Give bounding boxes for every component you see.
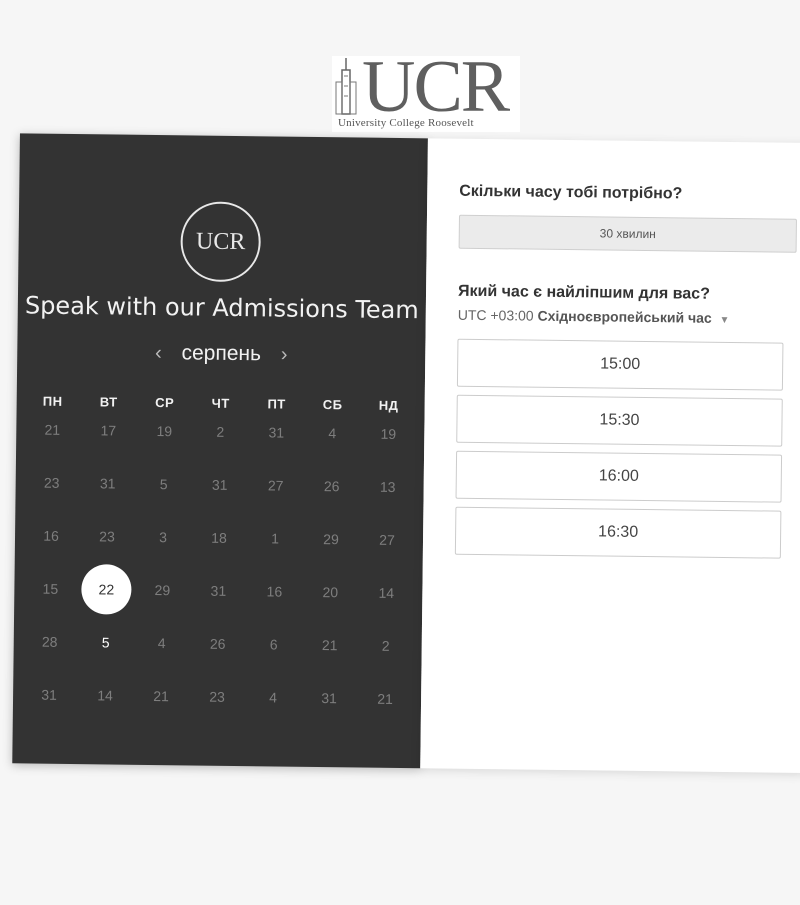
month-label: серпень [181,341,262,366]
calendar-day: 16 [266,583,283,600]
selected-day-label: 22 [98,581,115,598]
calendar-day: 16 [43,527,59,544]
calendar-day: 27 [379,531,395,548]
calendar-day: 31 [41,686,57,703]
calendar-day: 31 [321,690,337,707]
time-slot-button[interactable]: 15:00 [456,338,784,391]
calendar-day: 14 [97,687,113,704]
calendar-day-selected[interactable]: 22 [78,565,135,614]
calendar-day: 26 [323,478,340,495]
calendar-day: 31 [268,424,285,441]
calendar-day: 21 [321,637,338,654]
calendar-day: 31 [210,582,227,599]
calendar-day: 19 [156,423,173,440]
duration-select[interactable]: 30 хвилин [458,214,797,253]
time-slot-button[interactable]: 16:30 [454,506,782,559]
calendar-day: 27 [267,477,284,494]
calendar-day: 23 [99,528,115,545]
calendar-day: 2 [381,637,390,654]
calendar-week: 31 14 21 23 4 31 21 [21,670,414,723]
calendar-day: 23 [209,688,225,705]
calendar-week: 16 23 3 18 1 29 27 [23,511,416,564]
chevron-left-icon[interactable]: ‹ [141,342,176,364]
scheduler-widget: UCR Speak with our Admissions Team ‹ сер… [0,0,800,905]
calendar-day: 21 [153,688,169,705]
calendar-week: 28 5 4 26 6 21 2 [21,617,414,670]
timezone-offset: UTC +03:00 [457,306,534,324]
calendar-day: 18 [211,529,227,546]
timezone-name: Східноєвропейський час [537,307,712,326]
calendar-day: 2 [216,423,225,440]
calendar-panel: UCR Speak with our Admissions Team ‹ сер… [12,133,428,769]
calendar-day: 4 [328,425,337,442]
calendar-day: 29 [154,582,171,599]
ucr-badge: UCR [180,201,262,283]
time-question: Який час є найліпшим для вас? [457,282,711,303]
booking-panel: Скільки часу тобі потрібно? 30 хвилин Як… [420,138,800,773]
calendar-week: 15 22 29 31 16 20 14 [22,564,415,617]
calendar-day: 26 [209,635,226,652]
calendar-day: 28 [41,633,58,650]
calendar-day: 21 [44,421,61,438]
calendar-day: 5 [159,476,168,493]
calendar-day: 14 [378,584,395,601]
timezone-select[interactable]: UTC +03:00 Східноєвропейський час ▼ [458,307,730,326]
calendar-day: 21 [377,690,393,707]
panel-title: Speak with our Admissions Team [24,291,419,325]
calendar-day: 23 [43,474,60,491]
calendar-day: 31 [211,476,228,493]
time-slot-button[interactable]: 16:00 [455,450,783,503]
calendar-day: 15 [42,580,59,597]
calendar-day: 29 [323,531,339,548]
chevron-right-icon[interactable]: › [267,343,302,366]
calendar-day: 17 [100,422,117,439]
calendar-week: 21 17 19 2 31 4 19 [24,405,417,458]
calendar-week: 23 31 5 31 27 26 13 [23,458,416,511]
calendar-day: 13 [379,478,396,495]
calendar-day: 19 [380,425,397,442]
calendar-day: 20 [322,584,339,601]
duration-question: Скільки часу тобі потрібно? [459,182,683,203]
calendar-day: 6 [269,636,278,653]
month-navigation: ‹ серпень › [17,339,425,368]
calendar-day: 4 [157,635,166,652]
time-slot-button[interactable]: 15:30 [456,394,783,447]
calendar-day-available[interactable]: 5 [77,618,134,667]
calendar-day: 1 [271,530,280,547]
calendar-day: 3 [159,529,168,546]
caret-down-icon: ▼ [719,314,730,327]
badge-text: UCR [195,227,246,255]
calendar-day: 4 [269,689,278,706]
calendar-day: 31 [99,475,116,492]
